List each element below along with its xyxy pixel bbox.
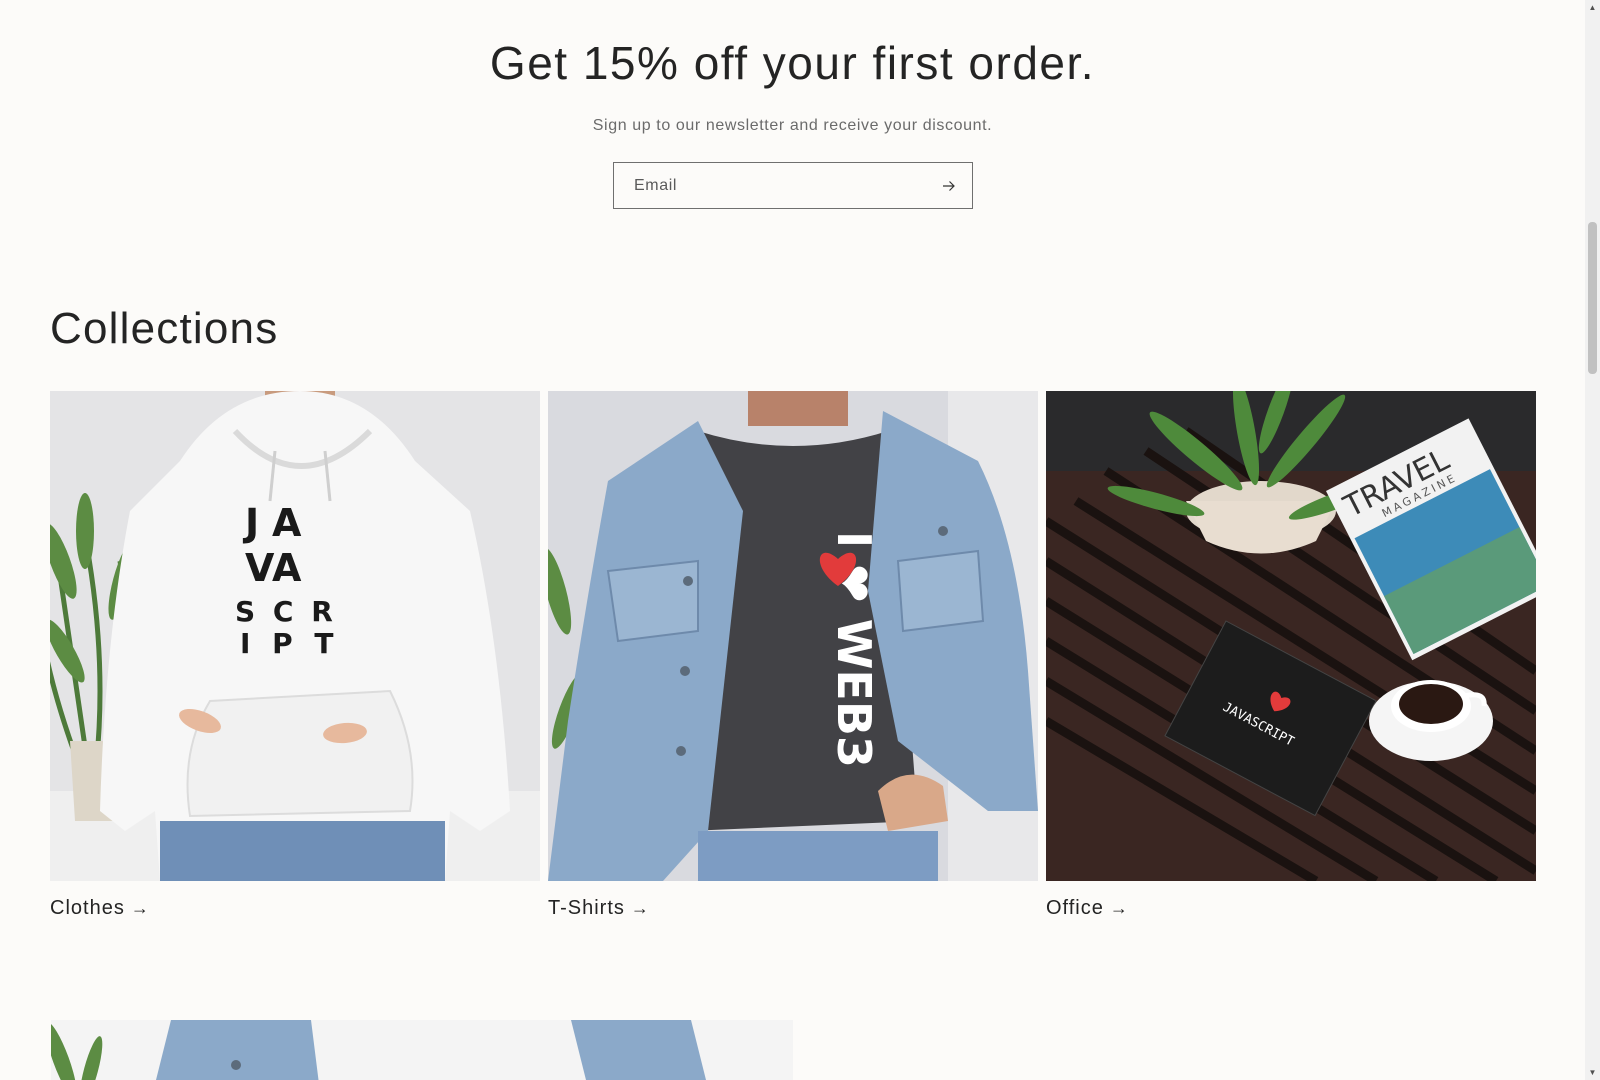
page: Get 15% off your first order. Sign up to…	[0, 0, 1585, 1080]
office-image[interactable]: TRAVEL MAGAZINE JAVASCRIPT	[1046, 391, 1536, 881]
scrollbar-thumb[interactable]	[1588, 222, 1597, 374]
hoodie-print-a2: A	[272, 546, 302, 590]
collections-heading: Collections	[50, 304, 279, 353]
subscribe-button[interactable]	[926, 163, 972, 208]
hoodie-print-scr: S C R	[235, 595, 337, 628]
collection-link-office[interactable]: Office →	[1046, 897, 1536, 920]
collection-label: T-Shirts	[548, 897, 625, 919]
featured-product-image[interactable]	[51, 1020, 793, 1080]
collection-card-clothes[interactable]: J A V A S C R I P T Clothes →	[50, 391, 540, 920]
hoodie-print-ipt: I P T	[240, 627, 340, 660]
hoodie-print-j: J	[242, 501, 259, 545]
arrow-right-icon: →	[630, 898, 650, 918]
collection-link-clothes[interactable]: Clothes →	[50, 897, 540, 920]
hoodie-print-v: V	[245, 546, 275, 590]
hoodie-print-a: A	[272, 501, 302, 545]
scroll-down-arrow-icon[interactable]: ▼	[1585, 1065, 1600, 1080]
arrow-right-icon: →	[130, 898, 150, 918]
email-input[interactable]	[614, 163, 934, 208]
collection-label: Clothes	[50, 897, 125, 919]
clothes-image[interactable]: J A V A S C R I P T	[50, 391, 540, 881]
scroll-up-arrow-icon[interactable]: ▲	[1585, 0, 1600, 15]
collection-label: Office	[1046, 897, 1104, 919]
arrow-right-icon	[943, 180, 955, 191]
page-scrollbar[interactable]: ▲ ▼	[1585, 0, 1600, 1080]
newsletter-subtitle: Sign up to our newsletter and receive yo…	[592, 117, 993, 134]
collection-link-tshirts[interactable]: T-Shirts →	[548, 897, 1038, 920]
tshirts-image[interactable]: I ❤ WEB3	[548, 391, 1038, 881]
newsletter-title: Get 15% off your first order.	[489, 37, 1096, 89]
arrow-right-icon: →	[1109, 898, 1129, 918]
collection-card-tshirts[interactable]: I ❤ WEB3 T-Shirts →	[548, 391, 1038, 920]
newsletter-form	[613, 162, 973, 209]
collection-card-office[interactable]: TRAVEL MAGAZINE JAVASCRIPT Office →	[1046, 391, 1536, 920]
